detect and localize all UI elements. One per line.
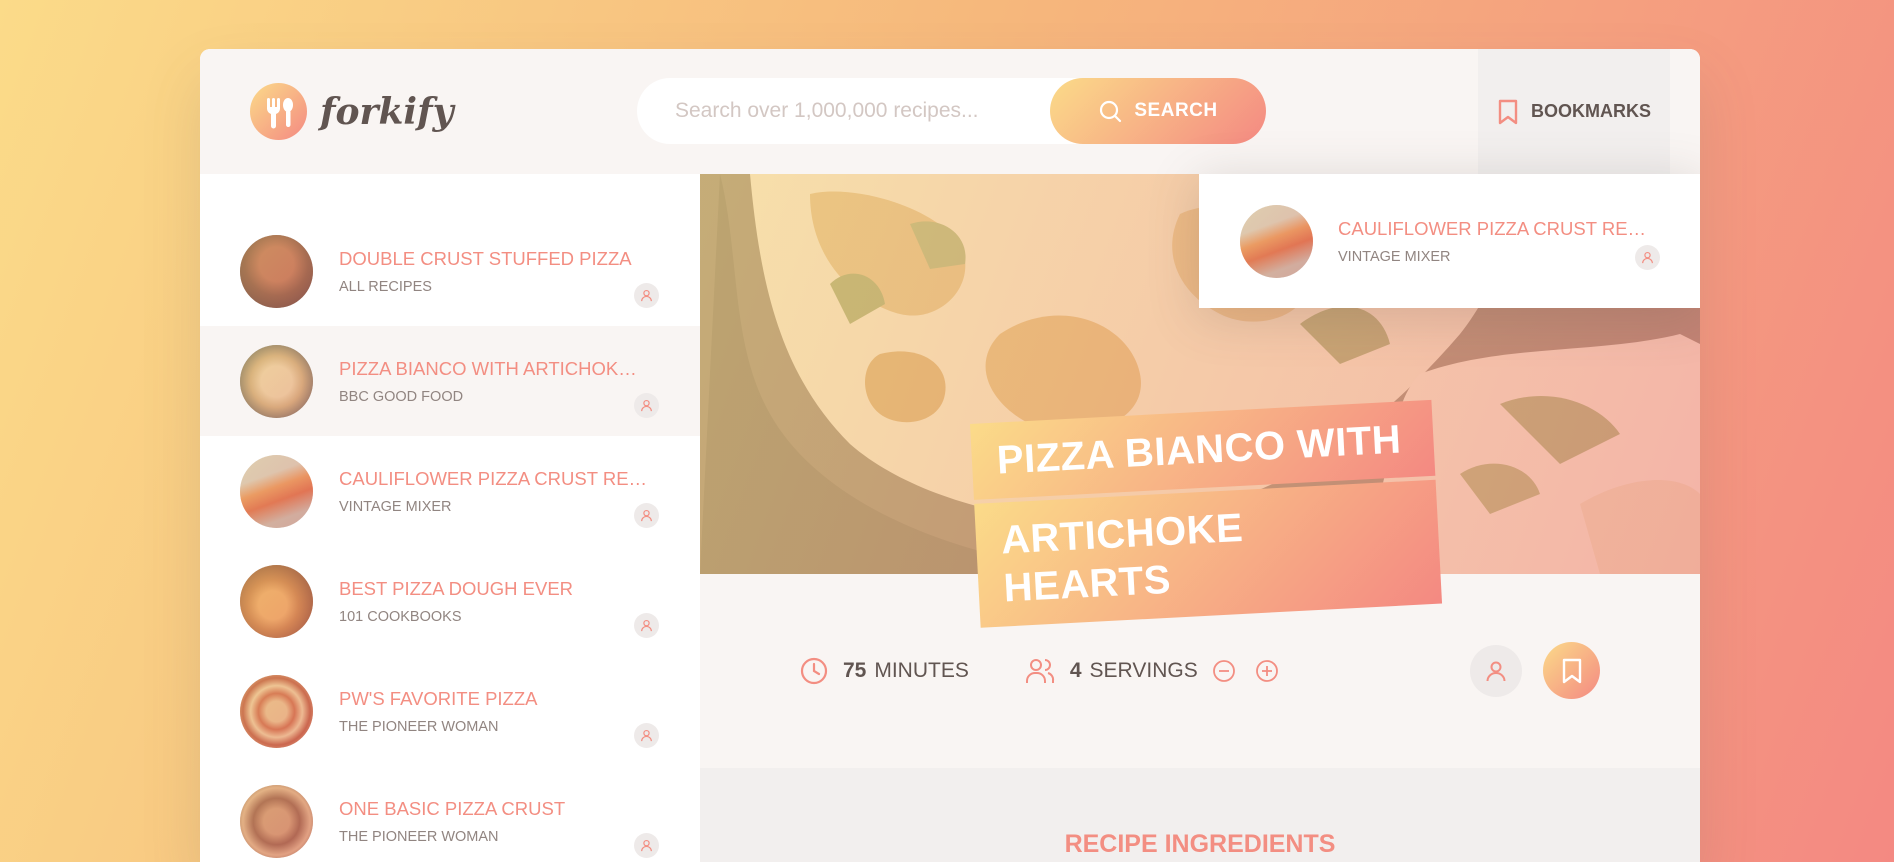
result-publisher: ALL RECIPES [339,278,432,295]
result-publisher: 101 COOKBOOKS [339,608,462,625]
result-publisher: THE PIONEER WOMAN [339,828,499,845]
result-item[interactable]: ONE BASIC PIZZA CRUST THE PIONEER WOMAN [200,766,700,862]
bookmark-icon [1498,99,1518,124]
servings-value: 4 [1069,659,1082,682]
fork-knife-icon [250,83,307,140]
decrease-servings-icon[interactable] [1212,659,1236,683]
recipe-servings: 4 SERVINGS [1025,657,1294,685]
result-item[interactable]: DOUBLE CRUST STUFFED PIZZA ALL RECIPES [200,216,700,326]
result-item[interactable]: BEST PIZZA DOUGH EVER 101 COOKBOOKS [200,546,700,656]
result-publisher: VINTAGE MIXER [339,498,452,515]
search-results: DOUBLE CRUST STUFFED PIZZA ALL RECIPES P… [200,174,700,862]
user-icon [634,613,659,638]
search-icon [1100,100,1122,123]
recipe-ingredients: RECIPE INGREDIENTS [700,768,1700,862]
ingredients-heading: RECIPE INGREDIENTS [1064,830,1336,858]
search-button[interactable]: SEARCH [1050,78,1266,144]
recipe-thumbnail [240,784,313,858]
recipe-thumbnail [240,344,313,418]
recipe-details: 75 MINUTES 4 SERVINGS [700,574,1700,768]
result-publisher: BBC GOOD FOOD [339,388,464,405]
user-icon [634,393,659,418]
user-icon [634,833,659,858]
search-input[interactable] [637,99,1050,123]
header: forkify SEARCH BOOKMARKS [200,49,1700,174]
search-button-label: SEARCH [1134,100,1218,121]
minutes-value: 75 [843,659,867,682]
search-form: SEARCH [637,78,1266,144]
app-container: forkify SEARCH BOOKMARKS DOUBLE CRUST [200,49,1700,862]
logo-text: forkify [320,90,454,133]
user-icon [634,723,659,748]
recipe-cooking-time: 75 MINUTES [800,657,969,685]
user-generated-icon [1470,645,1522,697]
result-title: PIZZA BIANCO WITH ARTICHOKE HEARTS [339,357,649,379]
bookmarks-label: BOOKMARKS [1531,101,1651,121]
result-item[interactable]: PW'S FAVORITE PIZZA THE PIONEER WOMAN [200,656,700,766]
bookmark-title: CAULIFLOWER PIZZA CRUST RECIPE [1338,217,1648,239]
minutes-label: MINUTES [874,659,969,682]
recipe-thumbnail [1240,204,1313,278]
result-title: PW'S FAVORITE PIZZA [339,687,538,709]
user-icon [1635,245,1660,270]
servings-label: SERVINGS [1089,659,1198,682]
bookmark-recipe-button[interactable] [1543,642,1600,699]
user-icon [634,283,659,308]
bookmark-icon [1562,658,1581,683]
user-icon [634,503,659,528]
clock-icon [800,657,828,685]
bookmarks-dropdown: CAULIFLOWER PIZZA CRUST RECIPE VINTAGE M… [1199,174,1700,308]
recipe-thumbnail [240,564,313,638]
recipe-thumbnail [240,234,313,308]
result-title: DOUBLE CRUST STUFFED PIZZA [339,247,632,269]
result-publisher: THE PIONEER WOMAN [339,718,499,735]
bookmark-publisher: VINTAGE MIXER [1338,248,1451,265]
users-icon [1025,659,1054,683]
logo[interactable]: forkify [250,83,454,140]
recipe-thumbnail [240,674,313,748]
result-title: BEST PIZZA DOUGH EVER [339,577,574,599]
result-item[interactable]: CAULIFLOWER PIZZA CRUST RECIPE VINTAGE M… [200,436,700,546]
bookmark-item[interactable]: CAULIFLOWER PIZZA CRUST RECIPE VINTAGE M… [1338,218,1658,265]
result-title: CAULIFLOWER PIZZA CRUST RECIPE [339,467,649,489]
increase-servings-icon[interactable] [1255,659,1279,683]
bookmarks-button[interactable]: BOOKMARKS [1478,49,1670,174]
result-title: ONE BASIC PIZZA CRUST [339,797,566,819]
result-item[interactable]: PIZZA BIANCO WITH ARTICHOKE HEARTS BBC G… [200,326,700,436]
recipe-thumbnail [240,454,313,528]
